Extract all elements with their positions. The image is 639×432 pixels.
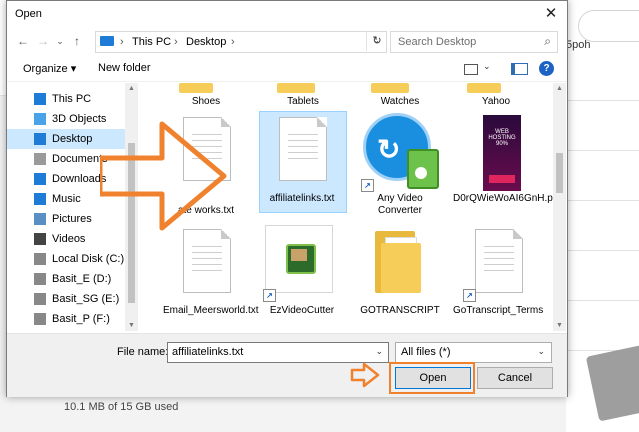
file-name-dropdown-icon[interactable]: ⌄ — [375, 346, 383, 357]
sidebar-item-label: Pictures — [52, 213, 92, 225]
document-icon — [34, 153, 46, 165]
file-label: D0rQWieWoAI6GnH.png — [453, 193, 553, 204]
drive-icon — [34, 313, 46, 325]
search-placeholder: Search Desktop — [398, 36, 477, 48]
sidebar-item-label: Videos — [52, 233, 86, 245]
background-text: 5poh — [566, 39, 591, 51]
sidebar-item-label: 3D Objects — [52, 113, 107, 125]
sidebar-item-basit-p-f[interactable]: Basit_P (F:) — [7, 309, 125, 329]
up-arrow-icon[interactable]: ↑ — [69, 33, 85, 49]
file-label: EzVideoCutter — [269, 305, 335, 316]
music-icon — [34, 193, 46, 205]
file-label: Any Video Converter — [377, 193, 423, 216]
back-arrow-icon[interactable]: ← — [15, 33, 31, 49]
file-label: GoTranscript_Terms — [453, 305, 544, 316]
forward-arrow-icon[interactable]: → — [35, 33, 51, 49]
title-bar: Open ✕ — [7, 1, 567, 28]
storage-usage-text: 10.1 MB of 15 GB used — [64, 401, 179, 413]
close-icon[interactable]: ✕ — [541, 4, 561, 24]
search-icon: ⌕ — [544, 34, 551, 48]
file-name-label: File name: — [117, 346, 169, 358]
command-bar: Organize ▾ New folder ⌄ ? — [7, 57, 567, 82]
scroll-up-icon[interactable]: ▲ — [128, 85, 135, 92]
background-pill — [578, 10, 639, 42]
file-list-scrollbar[interactable]: ▲ ▼ — [553, 83, 566, 331]
help-icon[interactable]: ? — [539, 61, 554, 76]
new-folder-button[interactable]: New folder — [98, 62, 151, 74]
change-view-icon[interactable] — [464, 64, 478, 75]
file-type-select[interactable]: All files (*) ⌄ — [395, 342, 552, 363]
open-button[interactable]: Open — [395, 367, 471, 389]
breadcrumb-desktop[interactable]: Desktop — [186, 36, 226, 48]
sidebar-item-label: Basit_P (F:) — [52, 313, 110, 325]
breadcrumb-separator-icon: › — [120, 36, 124, 48]
breadcrumb-this-pc[interactable]: This PC — [132, 36, 171, 48]
annotation-arrow-icon — [100, 121, 227, 231]
file-type-dropdown-icon: ⌄ — [537, 346, 545, 356]
sidebar-item-label: Music — [52, 193, 81, 205]
open-dialog: Open ✕ ← → ⌄ ↑ › This PC › Desktop › ⌄ ↻… — [6, 0, 568, 397]
this-pc-icon — [100, 36, 114, 46]
sidebar-item-label: Desktop — [52, 133, 93, 145]
open-pointer-arrow-icon — [350, 362, 380, 388]
folder-icon — [375, 231, 423, 293]
desktop-icon — [34, 133, 46, 145]
refresh-icon[interactable]: ↻ — [366, 31, 387, 51]
download-icon — [34, 173, 46, 185]
file-list-scroll-thumb[interactable] — [556, 153, 563, 193]
scroll-down-icon[interactable]: ▼ — [128, 322, 135, 329]
video-icon — [34, 233, 46, 245]
sidebar-item-local-disk-c[interactable]: Local Disk (C:) — [7, 249, 125, 269]
sidebar-item-label: Local Disk (C:) — [52, 253, 125, 265]
drive-icon — [34, 293, 46, 305]
address-bar[interactable]: › This PC › Desktop › ⌄ — [95, 31, 387, 53]
file-name-input[interactable]: affiliatelinks.txt ⌄ — [167, 342, 389, 363]
breadcrumb-separator-icon: › — [231, 36, 235, 48]
cube-icon — [34, 113, 46, 125]
preview-pane-icon[interactable] — [511, 63, 528, 75]
sidebar-item-basit-sg-e[interactable]: Basit_SG (E:) — [7, 289, 125, 309]
file-label: affiliatelinks.txt — [269, 193, 335, 204]
file-label: Email_Meersworld.txt — [163, 305, 259, 316]
sidebar-item-label: Downloads — [52, 173, 107, 185]
shortcut-arrow-icon: ↗ — [463, 289, 476, 302]
file-label: GOTRANSCRIPT — [360, 305, 440, 316]
dialog-footer: File name: affiliatelinks.txt ⌄ All file… — [7, 333, 567, 397]
file-name-value: affiliatelinks.txt — [172, 346, 244, 358]
any-video-converter-icon: ↻ — [363, 113, 439, 189]
recent-locations-chevron-icon[interactable]: ⌄ — [52, 33, 68, 49]
text-file-icon — [279, 117, 327, 181]
sidebar-item-videos[interactable]: Videos — [7, 229, 125, 249]
text-file-icon — [475, 229, 523, 293]
sidebar-item-label: Basit_SG (E:) — [52, 293, 120, 305]
shortcut-arrow-icon: ↗ — [361, 179, 374, 192]
sidebar-item-this-pc[interactable]: This PC — [7, 89, 125, 109]
breadcrumb-separator-icon: › — [174, 36, 178, 48]
sidebar-item-label: Basit_E (D:) — [52, 273, 112, 285]
disk-icon — [34, 253, 46, 265]
pc-icon — [34, 93, 46, 105]
scroll-down-icon[interactable]: ▼ — [556, 322, 563, 329]
scroll-up-icon[interactable]: ▲ — [556, 85, 563, 92]
text-file-icon — [183, 229, 231, 293]
sidebar-item-basit-e-d[interactable]: Basit_E (D:) — [7, 269, 125, 289]
folder-icon — [179, 83, 213, 93]
folder-icon — [467, 83, 501, 93]
cancel-button[interactable]: Cancel — [477, 367, 553, 389]
sidebar-item-label: This PC — [52, 93, 92, 105]
dialog-title: Open — [15, 8, 42, 20]
search-input[interactable]: Search Desktop ⌕ — [390, 31, 558, 53]
navigation-bar: ← → ⌄ ↑ › This PC › Desktop › ⌄ ↻ Search… — [7, 29, 567, 55]
organize-button[interactable]: Organize ▾ — [23, 62, 76, 75]
pictures-icon — [34, 213, 46, 225]
folder-icon — [277, 83, 315, 93]
folder-icon — [371, 83, 409, 93]
drive-icon — [34, 273, 46, 285]
shortcut-arrow-icon: ↗ — [263, 289, 276, 302]
file-type-value: All files (*) — [401, 346, 451, 358]
view-dropdown-icon[interactable]: ⌄ — [483, 61, 491, 72]
thumb-text: WEB HOSTING 90% — [488, 129, 516, 147]
image-thumbnail-icon: WEB HOSTING 90% — [483, 115, 521, 191]
ez-video-cutter-icon — [265, 225, 333, 293]
